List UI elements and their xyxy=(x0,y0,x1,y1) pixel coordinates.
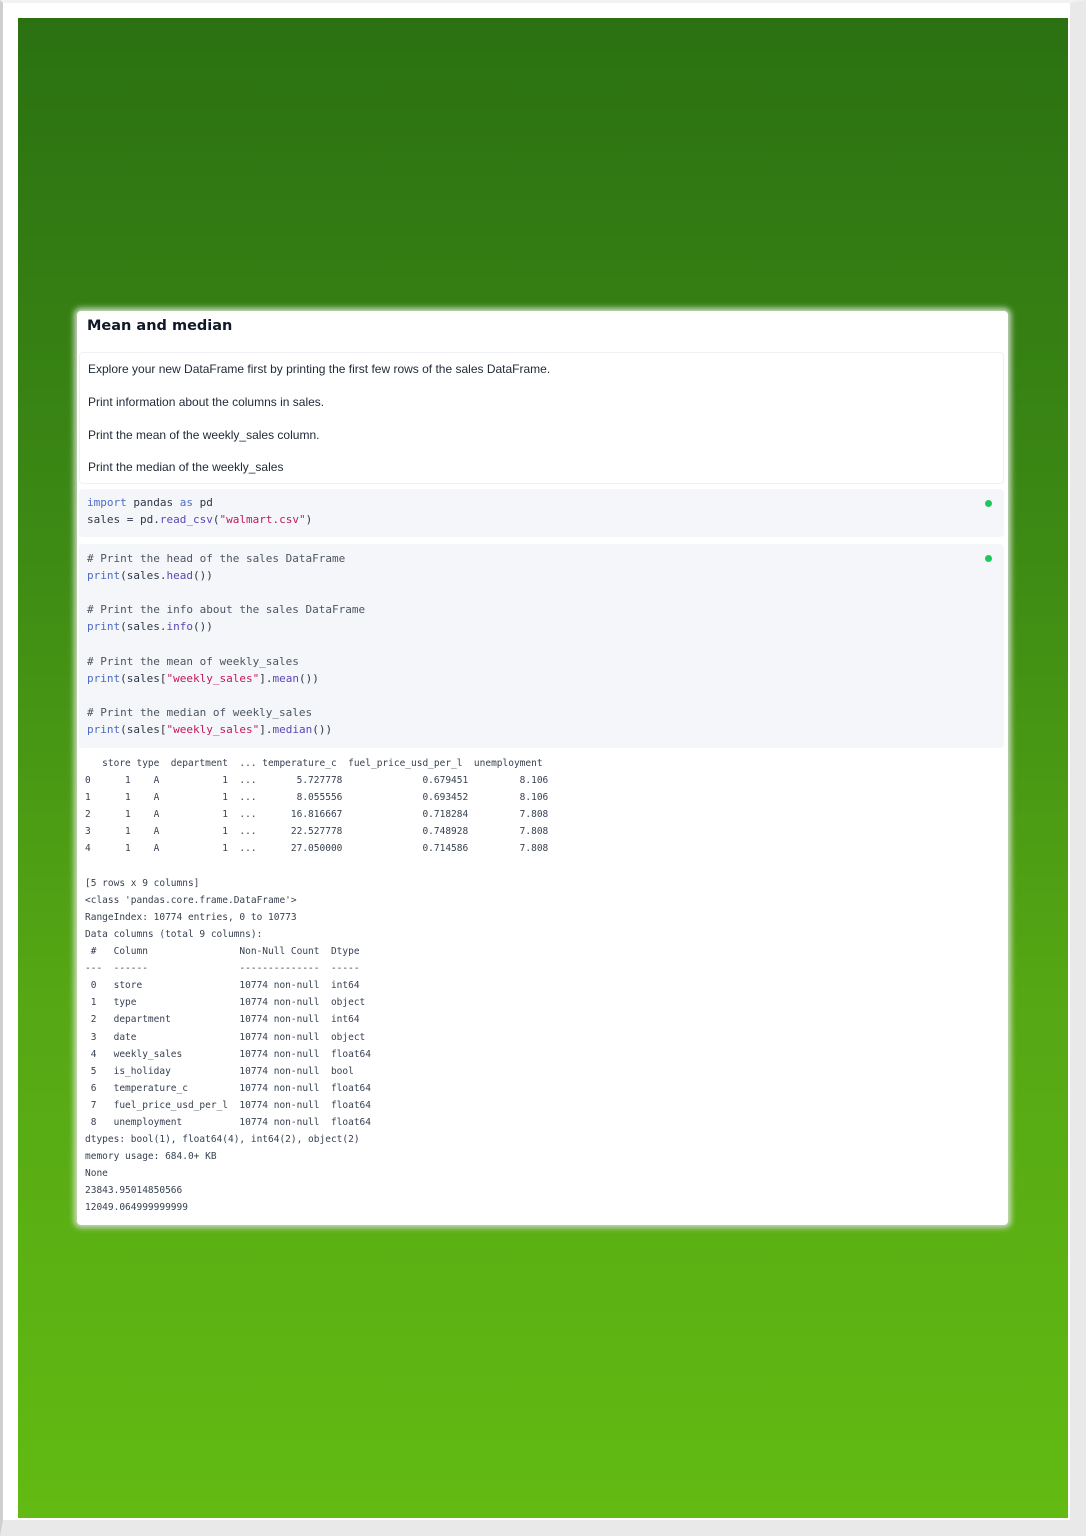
output-line: store type department ... temperature_c … xyxy=(85,758,543,769)
output-line: 12049.064999999999 xyxy=(85,1202,188,1214)
code-line-import: import pandas as pd xyxy=(87,496,213,509)
output-line: [5 rows x 9 columns] xyxy=(85,877,200,889)
output-line: 3 date 10774 non-null object xyxy=(85,1031,371,1043)
output-line: 4 1 A 1 ... 27.050000 0.714586 7.808 xyxy=(85,843,549,855)
output-line: 0 store 10774 non-null int64 xyxy=(85,980,371,992)
output-line: 1 type 10774 non-null object xyxy=(85,997,371,1009)
code-line-read-csv: sales = pd.read_csv("walmart.csv") xyxy=(87,513,313,526)
exercise-title: Mean and median xyxy=(87,318,233,334)
output-line: 2 1 A 1 ... 16.816667 0.718284 7.808 xyxy=(85,809,549,821)
cell-status-icon xyxy=(985,555,992,562)
output-line: 6 temperature_c 10774 non-null float64 xyxy=(85,1082,371,1094)
code-cell-import[interactable]: import pandas as pd sales = pd.read_csv(… xyxy=(79,489,1004,537)
output-line: memory usage: 684.0+ KB xyxy=(85,1151,217,1163)
comment-head: # Print the head of the sales DataFrame xyxy=(87,552,346,565)
comment-median: # Print the median of weekly_sales xyxy=(87,706,313,719)
output-line: <class 'pandas.core.frame.DataFrame'> xyxy=(85,894,297,906)
output-line: 8 unemployment 10774 non-null float64 xyxy=(85,1116,371,1128)
output-line: 23843.95014850566 xyxy=(85,1185,183,1197)
code-line-mean: print(sales["weekly_sales"].mean()) xyxy=(87,672,319,685)
cell-status-icon xyxy=(985,500,992,507)
output-line: 2 department 10774 non-null int64 xyxy=(85,1014,371,1026)
comment-mean: # Print the mean of weekly_sales xyxy=(87,655,299,668)
output-line: 4 weekly_sales 10774 non-null float64 xyxy=(85,1048,371,1060)
instruction-4: Print the median of the weekly_sales xyxy=(88,460,284,474)
output-line: # Column Non-Null Count Dtype xyxy=(85,946,371,958)
comment-info: # Print the info about the sales DataFra… xyxy=(87,603,366,616)
output-line: Data columns (total 9 columns): xyxy=(85,928,263,940)
code-cell-analysis[interactable]: # Print the head of the sales DataFrame … xyxy=(79,544,1004,748)
exercise-card: Mean and median Explore your new DataFra… xyxy=(77,311,1008,1225)
output-line: 1 1 A 1 ... 8.055556 0.693452 8.106 xyxy=(85,792,549,804)
output-line: dtypes: bool(1), float64(4), int64(2), o… xyxy=(85,1134,360,1146)
output-line: 0 1 A 1 ... 5.727778 0.679451 8.106 xyxy=(85,775,549,787)
instruction-3: Print the mean of the weekly_sales colum… xyxy=(88,428,320,442)
output-line: RangeIndex: 10774 entries, 0 to 10773 xyxy=(85,911,297,923)
output-line: 3 1 A 1 ... 22.527778 0.748928 7.808 xyxy=(85,826,549,838)
output-line: None xyxy=(85,1168,108,1180)
output-line: --- ------ -------------- ----- xyxy=(85,963,371,975)
code-line-head: print(sales.head()) xyxy=(87,569,213,582)
code-line-median: print(sales["weekly_sales"].median()) xyxy=(87,723,333,736)
instruction-1: Explore your new DataFrame first by prin… xyxy=(88,362,551,376)
instructions-panel: Explore your new DataFrame first by prin… xyxy=(79,352,1004,484)
code-line-info: print(sales.info()) xyxy=(87,620,213,633)
output-line: 7 fuel_price_usd_per_l 10774 non-null fl… xyxy=(85,1099,371,1111)
output-line: 5 is_holiday 10774 non-null bool xyxy=(85,1065,371,1077)
console-output: store type department ... temperature_c … xyxy=(85,755,995,1217)
instruction-2: Print information about the columns in s… xyxy=(88,395,325,409)
